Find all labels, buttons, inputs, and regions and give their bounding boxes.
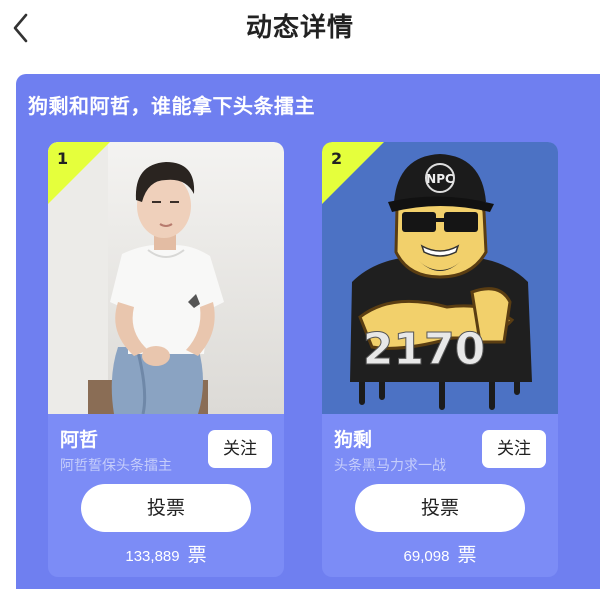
vote-number: 133,889: [125, 548, 180, 565]
rank-number: 1: [57, 149, 69, 168]
rank-number: 2: [331, 149, 343, 168]
vote-unit: 票: [187, 544, 207, 566]
vote-button[interactable]: 投票: [355, 484, 525, 532]
candidate-card: 2170 NPC 2 狗剩 头条黑马力求一战 关注 投票 69,098 票: [322, 142, 558, 577]
candidate-name: 狗剩: [334, 429, 373, 451]
cap-logo-art: NPC: [426, 172, 454, 186]
candidate-name: 阿哲: [60, 429, 99, 451]
page-title: 动态详情: [245, 13, 354, 43]
vote-number: 69,098: [403, 548, 450, 565]
candidate-photo[interactable]: 2170 NPC 2: [322, 142, 558, 414]
follow-button[interactable]: 关注: [482, 430, 546, 468]
shirt-number-art: 2170: [363, 324, 485, 375]
top-bar: 动态详情: [0, 0, 600, 58]
candidate-desc: 头条黑马力求一战: [334, 458, 446, 474]
candidate-card: 1 阿哲 阿哲誓保头条擂主 关注 投票 133,889 票: [48, 142, 284, 577]
vote-button[interactable]: 投票: [81, 484, 251, 532]
vote-unit: 票: [457, 544, 477, 566]
vote-count: 69,098 票: [322, 542, 558, 570]
vote-count: 133,889 票: [48, 542, 284, 570]
candidate-desc: 阿哲誓保头条擂主: [60, 458, 172, 474]
contest-title: 狗剩和阿哲，谁能拿下头条擂主: [28, 94, 315, 118]
candidate-photo[interactable]: 1: [48, 142, 284, 414]
contest-panel: 狗剩和阿哲，谁能拿下头条擂主 1 阿哲 阿哲誓保头条擂主 关注 投票 133,8…: [16, 74, 600, 589]
follow-button[interactable]: 关注: [208, 430, 272, 468]
